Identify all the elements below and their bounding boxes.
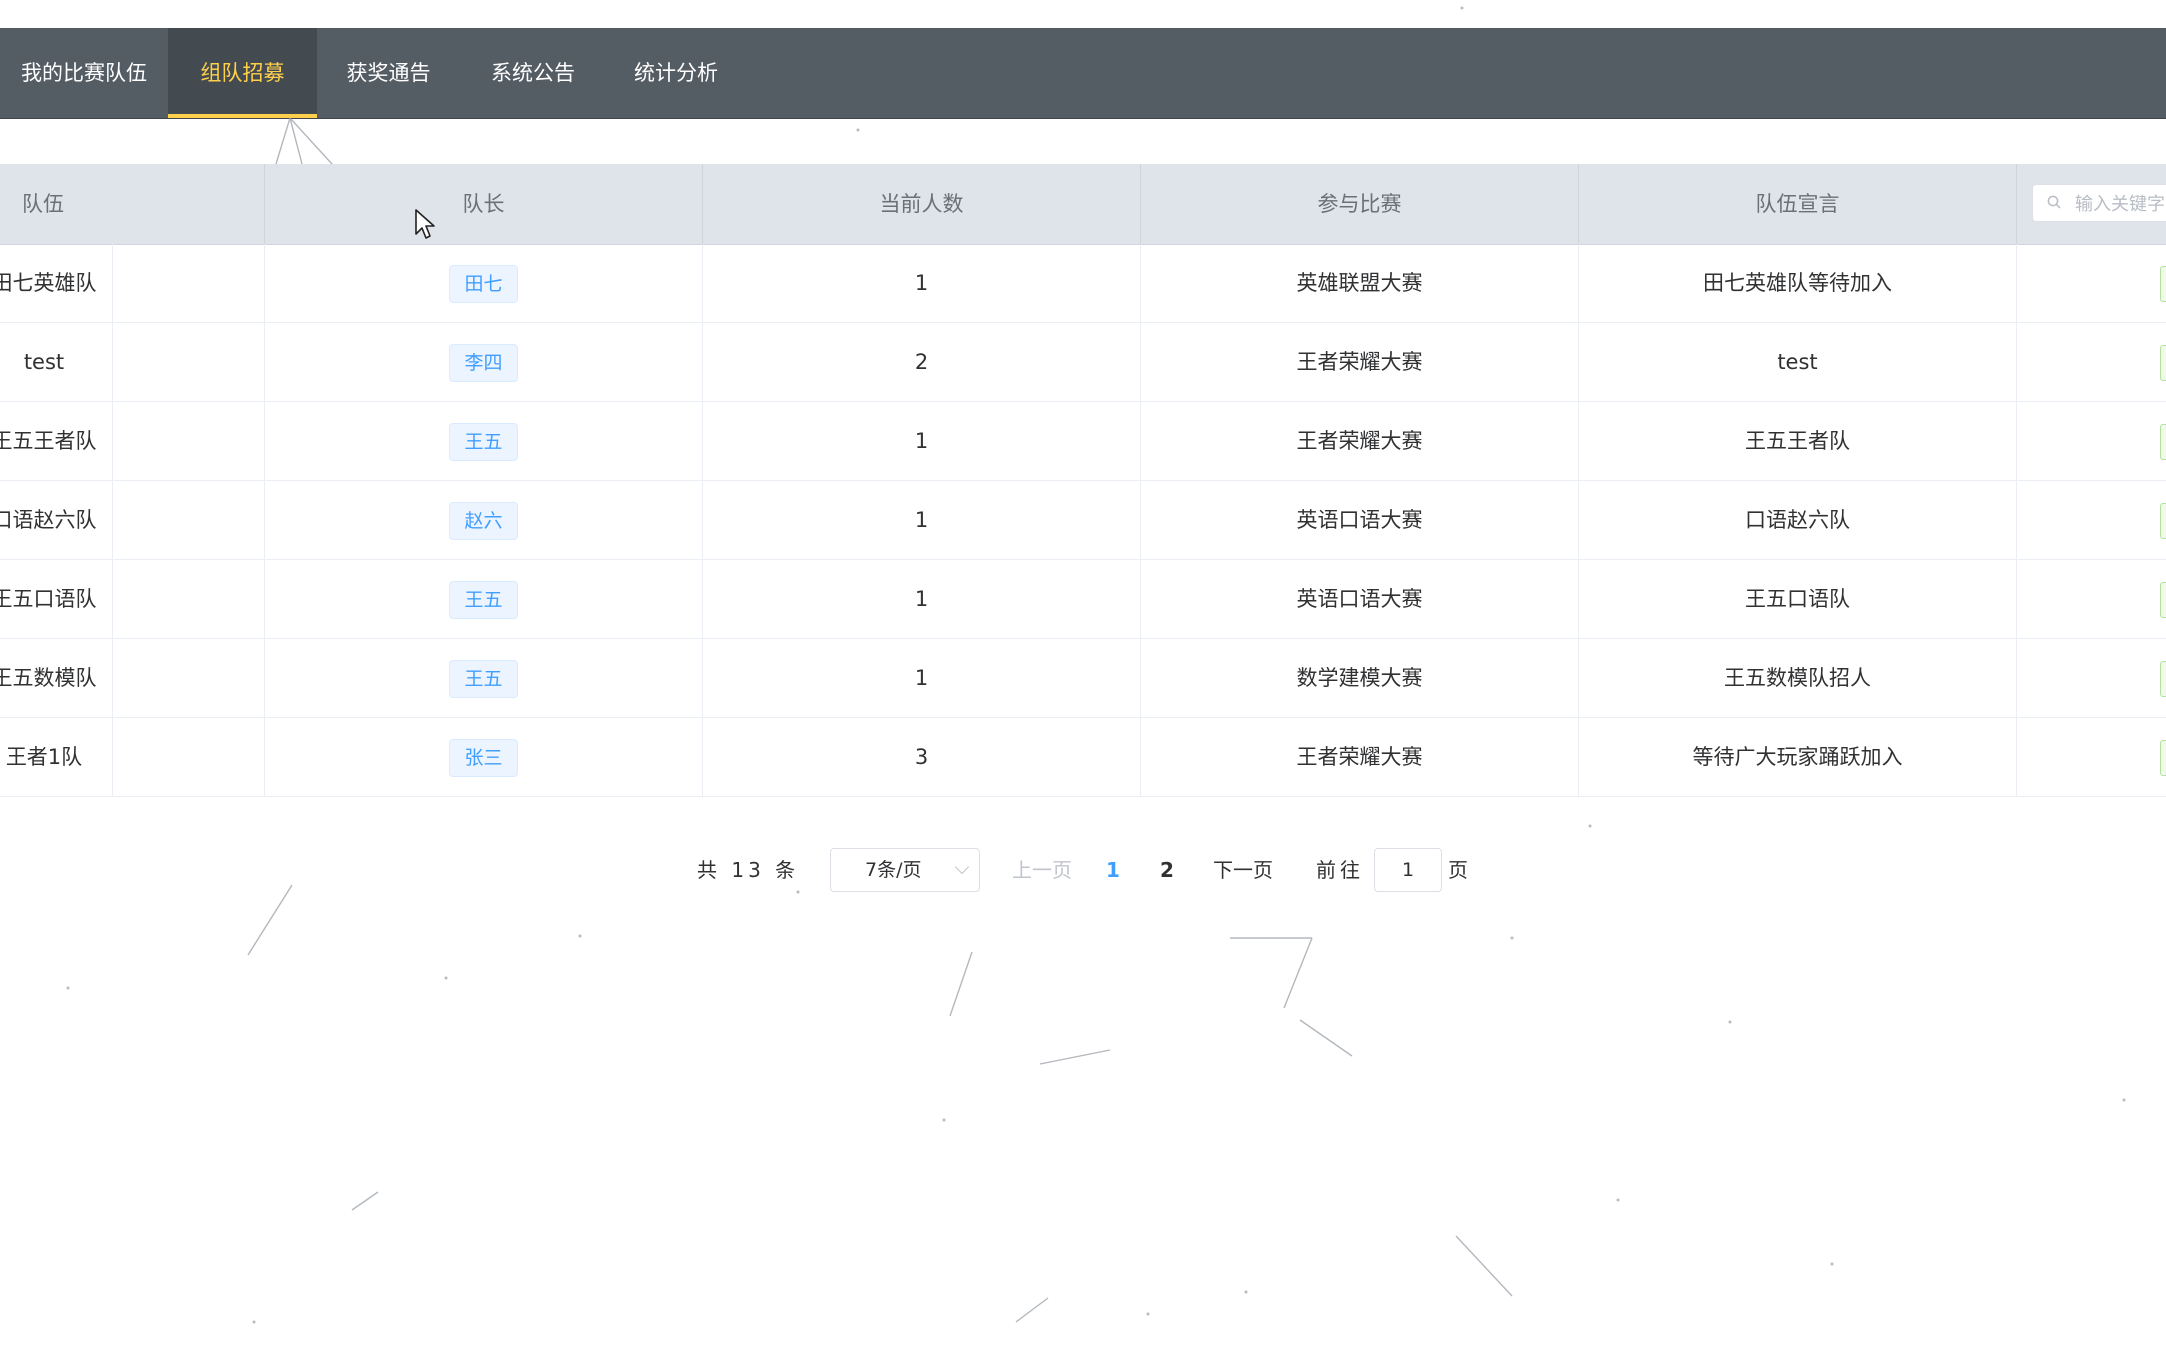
cell-spacer — [113, 481, 265, 560]
row-action-button[interactable] — [2160, 661, 2166, 697]
cell-contest: 王者荣耀大赛 — [1141, 402, 1579, 481]
cell-count: 1 — [703, 560, 1141, 639]
nav-item-award-notice[interactable]: 获奖通告 — [317, 28, 460, 118]
cell-team: 田七英雄队 — [0, 244, 113, 323]
cell-slogan: 王五王者队 — [1579, 402, 2017, 481]
cell-contest: 王者荣耀大赛 — [1141, 323, 1579, 402]
cell-captain: 王五 — [265, 560, 703, 639]
table-row: 口语赵六队 赵六 1 英语口语大赛 口语赵六队 — [0, 481, 2166, 560]
chevron-down-icon — [954, 859, 970, 875]
captain-tag: 张三 — [449, 739, 518, 777]
cell-contest: 英雄联盟大赛 — [1141, 244, 1579, 323]
table-row: 王五口语队 王五 1 英语口语大赛 王五口语队 — [0, 560, 2166, 639]
cell-team: 王五口语队 — [0, 560, 113, 639]
table-row: 田七英雄队 田七 1 英雄联盟大赛 田七英雄队等待加入 — [0, 244, 2166, 323]
column-header-member-count[interactable]: 当前人数 — [703, 164, 1141, 244]
captain-tag: 王五 — [449, 660, 518, 698]
row-action-button[interactable] — [2160, 740, 2166, 776]
goto-label: 前往 — [1316, 858, 1364, 882]
cell-count: 3 — [703, 718, 1141, 797]
captain-tag: 赵六 — [449, 502, 518, 540]
column-header-slogan[interactable]: 队伍宣言 — [1579, 164, 2017, 244]
nav-item-team-recruit[interactable]: 组队招募 — [168, 28, 317, 118]
cell-slogan: 王五口语队 — [1579, 560, 2017, 639]
nav-item-statistics[interactable]: 统计分析 — [606, 28, 746, 118]
cell-spacer — [113, 402, 265, 481]
cell-spacer — [113, 718, 265, 797]
mouse-cursor-icon — [415, 209, 435, 239]
cell-slogan: 等待广大玩家踊跃加入 — [1579, 718, 2017, 797]
page-number-2[interactable]: 2 — [1152, 848, 1182, 892]
cell-contest: 王者荣耀大赛 — [1141, 718, 1579, 797]
captain-tag: 王五 — [449, 423, 518, 461]
pagination-total: 共 13 条 — [697, 858, 800, 882]
row-action-button[interactable] — [2160, 345, 2166, 381]
column-header-captain[interactable]: 队长 — [265, 164, 703, 244]
table-row: 王者1队 张三 3 王者荣耀大赛 等待广大玩家踊跃加入 — [0, 718, 2166, 797]
top-nav-bar: 我的比赛队伍 组队招募 获奖通告 系统公告 统计分析 — [0, 28, 2166, 119]
table-header: 队伍 队长 当前人数 参与比赛 队伍宣言 — [0, 164, 2166, 245]
cell-captain: 田七 — [265, 244, 703, 323]
table-search-box[interactable] — [2032, 184, 2166, 222]
prev-page-button[interactable]: 上一页 — [1012, 848, 1072, 892]
cell-captain: 王五 — [265, 639, 703, 718]
cell-spacer — [113, 560, 265, 639]
cell-spacer — [113, 244, 265, 323]
cell-contest: 英语口语大赛 — [1141, 481, 1579, 560]
row-action-button[interactable] — [2160, 582, 2166, 618]
nav-item-my-teams[interactable]: 我的比赛队伍 — [0, 28, 168, 118]
row-action-button[interactable] — [2160, 266, 2166, 302]
row-action-button[interactable] — [2160, 503, 2166, 539]
cell-spacer — [113, 639, 265, 718]
table-row: test 李四 2 王者荣耀大赛 test — [0, 323, 2166, 402]
cell-captain: 王五 — [265, 402, 703, 481]
table-row: 王五王者队 王五 1 王者荣耀大赛 王五王者队 — [0, 402, 2166, 481]
nav-item-system-notice[interactable]: 系统公告 — [460, 28, 606, 118]
cell-team: 王五王者队 — [0, 402, 113, 481]
captain-tag: 王五 — [449, 581, 518, 619]
pagination: 共 13 条 7条/页 上一页 1 2 下一页 前往 页 — [0, 848, 2166, 892]
cell-spacer — [113, 323, 265, 402]
page-size-select[interactable]: 7条/页 — [830, 848, 980, 892]
cell-count: 1 — [703, 639, 1141, 718]
cell-team: 王五数模队 — [0, 639, 113, 718]
goto-suffix: 页 — [1448, 858, 1468, 882]
top-strip — [0, 0, 2166, 29]
captain-tag: 田七 — [449, 265, 518, 303]
page-number-1[interactable]: 1 — [1098, 848, 1128, 892]
cell-slogan: test — [1579, 323, 2017, 402]
row-action-button[interactable] — [2160, 424, 2166, 460]
cell-count: 1 — [703, 481, 1141, 560]
cell-contest: 数学建模大赛 — [1141, 639, 1579, 718]
cell-count: 2 — [703, 323, 1141, 402]
search-input[interactable] — [2073, 189, 2166, 219]
cell-captain: 张三 — [265, 718, 703, 797]
captain-tag: 李四 — [449, 344, 518, 382]
cell-slogan: 口语赵六队 — [1579, 481, 2017, 560]
cell-contest: 英语口语大赛 — [1141, 560, 1579, 639]
column-header-contest[interactable]: 参与比赛 — [1141, 164, 1579, 244]
column-header-team[interactable]: 队伍 — [0, 164, 265, 244]
cell-count: 1 — [703, 244, 1141, 323]
cell-team: 王者1队 — [0, 718, 113, 797]
cell-captain: 李四 — [265, 323, 703, 402]
cell-slogan: 田七英雄队等待加入 — [1579, 244, 2017, 323]
table-body: 田七英雄队 田七 1 英雄联盟大赛 田七英雄队等待加入 test 李四 2 王者… — [0, 244, 2166, 797]
goto-page-input[interactable] — [1374, 848, 1442, 892]
search-icon — [2047, 195, 2061, 209]
cell-team: test — [0, 323, 113, 402]
cell-slogan: 王五数模队招人 — [1579, 639, 2017, 718]
column-header-operations — [2017, 164, 2166, 244]
page-size-value: 7条/页 — [865, 859, 922, 881]
cell-count: 1 — [703, 402, 1141, 481]
cell-captain: 赵六 — [265, 481, 703, 560]
next-page-button[interactable]: 下一页 — [1213, 848, 1273, 892]
cell-team: 口语赵六队 — [0, 481, 113, 560]
table-row: 王五数模队 王五 1 数学建模大赛 王五数模队招人 — [0, 639, 2166, 718]
